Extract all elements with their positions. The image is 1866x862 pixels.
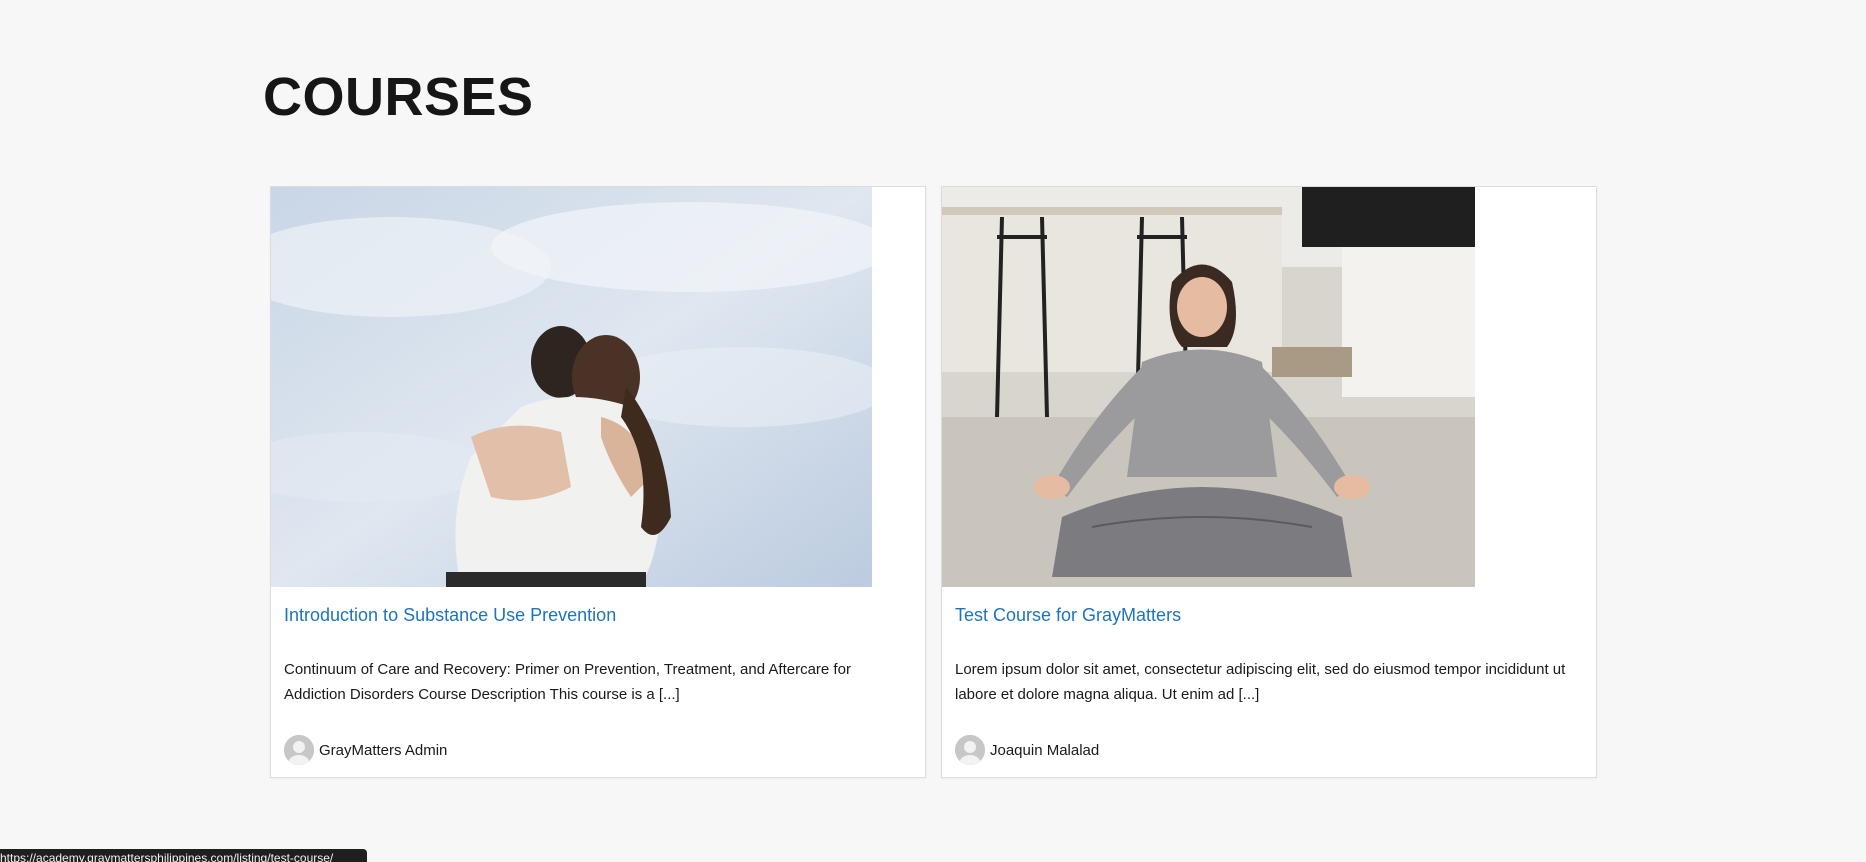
course-title-link[interactable]: Introduction to Substance Use Prevention — [284, 603, 616, 627]
course-card: Test Course for GrayMatters Lorem ipsum … — [941, 186, 1597, 778]
courses-page: COURSES Introduction to Substance Use Pr… — [0, 0, 1866, 862]
course-excerpt: Lorem ipsum dolor sit amet, consectetur … — [955, 661, 1566, 703]
user-icon — [955, 735, 985, 765]
author-name[interactable]: GrayMatters Admin — [319, 742, 447, 759]
course-author: GrayMatters Admin — [284, 735, 447, 765]
avatar — [955, 735, 985, 765]
author-name[interactable]: Joaquin Malalad — [990, 742, 1099, 759]
course-card: Introduction to Substance Use Prevention… — [270, 186, 926, 778]
course-title-link[interactable]: Test Course for GrayMatters — [955, 603, 1181, 627]
course-thumbnail[interactable] — [942, 187, 1475, 587]
meditation-photo-image[interactable] — [942, 187, 1475, 587]
page-title: COURSES — [263, 67, 534, 127]
user-icon — [284, 735, 314, 765]
avatar — [284, 735, 314, 765]
course-thumbnail[interactable] — [271, 187, 872, 587]
hug-photo-image[interactable] — [271, 187, 872, 587]
link-preview-status-bar: https://academy.graymattersphilippines.c… — [0, 849, 367, 862]
course-excerpt: Continuum of Care and Recovery: Primer o… — [284, 661, 851, 703]
course-author: Joaquin Malalad — [955, 735, 1099, 765]
